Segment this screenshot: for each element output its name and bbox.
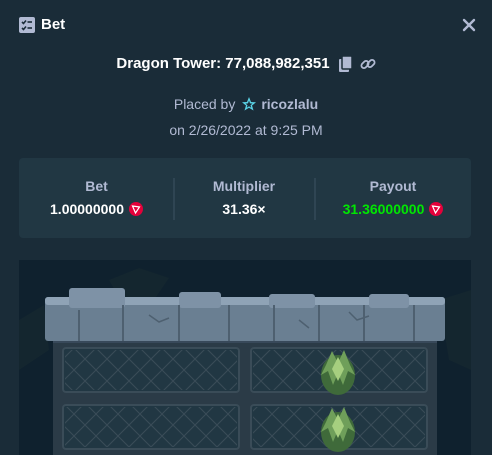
stat-multiplier: Multiplier 31.36× <box>174 158 314 238</box>
payout-label: Payout <box>369 178 417 194</box>
multiplier-value-row: 31.36× <box>174 201 314 217</box>
stat-bet: Bet 1.00000000 <box>19 158 174 238</box>
placed-by-line: Placed by ricozlalu <box>0 96 492 112</box>
multiplier-value: 31.36× <box>222 201 266 217</box>
dragon-tower-board <box>19 260 471 455</box>
close-icon[interactable] <box>460 16 478 34</box>
bet-value-row: 1.00000000 <box>19 201 174 217</box>
modal-header: Bet <box>0 0 492 50</box>
multiplier-label: Multiplier <box>212 178 276 194</box>
tron-coin-icon <box>128 202 143 216</box>
payout-value: 31.36000000 <box>342 201 425 217</box>
bet-date: on 2/26/2022 at 9:25 PM <box>169 122 323 138</box>
bet-slip-icon <box>19 17 35 33</box>
bet-stats-panel: Bet 1.00000000 Multiplier 31.36× Payout … <box>19 158 471 238</box>
bet-label: Bet <box>85 178 108 194</box>
tron-coin-icon <box>429 202 444 216</box>
payout-value-row: 31.36000000 <box>315 201 471 217</box>
username-link[interactable]: ricozlalu <box>261 96 318 112</box>
bet-value: 1.00000000 <box>50 201 124 217</box>
link-icon[interactable] <box>360 56 376 72</box>
copy-icon[interactable] <box>338 55 353 72</box>
placed-by-label: Placed by <box>173 96 236 112</box>
modal-title: Bet <box>41 16 66 33</box>
stat-payout: Payout 31.36000000 <box>315 158 471 238</box>
tower-battlement <box>45 288 445 341</box>
vip-star-icon <box>242 97 257 111</box>
game-id-line: Dragon Tower: 77,088,982,351 <box>0 55 492 73</box>
background-rock <box>19 305 49 370</box>
tower-illustration <box>19 268 471 455</box>
game-title: Dragon Tower: 77,088,982,351 <box>116 55 330 72</box>
